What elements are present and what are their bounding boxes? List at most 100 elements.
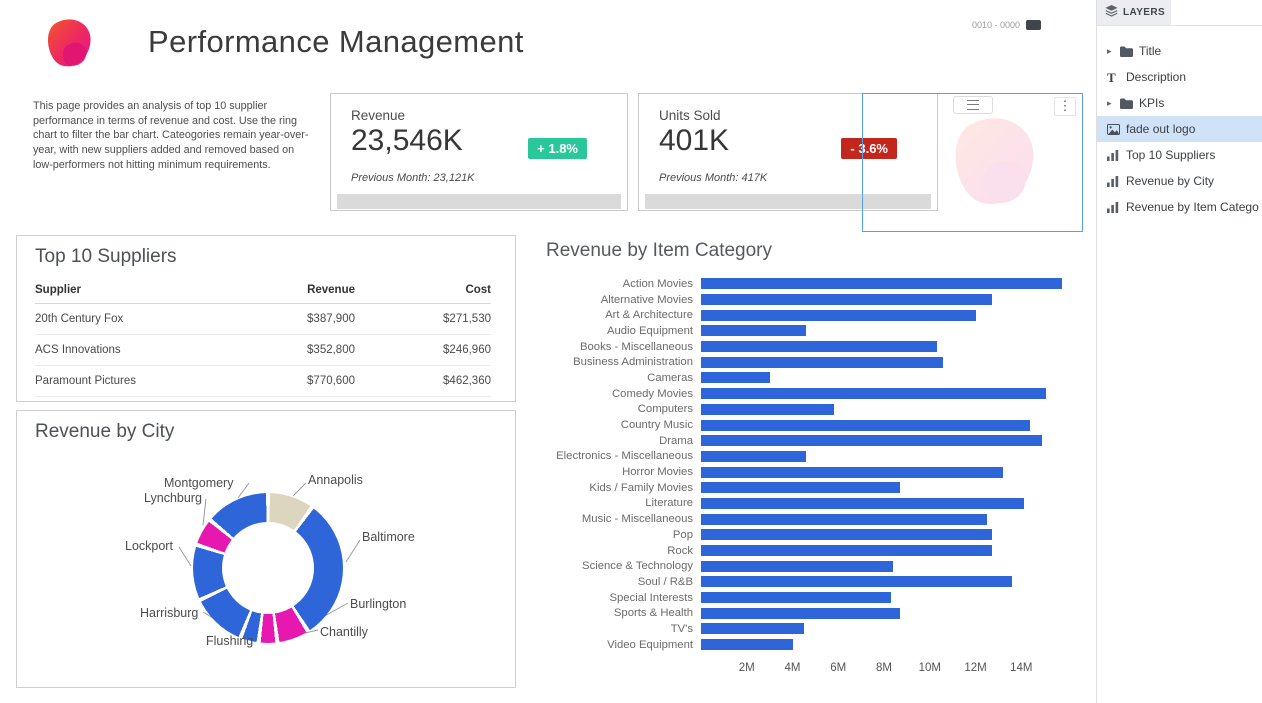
cell-supplier-name: ACS Innovations [35,344,203,356]
layers-tab[interactable]: LAYERS [1097,0,1171,25]
bar[interactable] [701,514,987,525]
bar[interactable] [701,482,900,493]
kpi-value: 401K [659,124,729,158]
donut-ring[interactable] [193,493,343,643]
kebab-icon: ⋮ [1059,98,1072,113]
bar-track [701,623,1067,634]
bar-track [701,608,1067,619]
cell-value: $246,960 [355,344,491,356]
bar[interactable] [701,545,992,556]
folder-icon [1120,46,1139,57]
bar-chart-axis: 2M4M6M8M10M12M14M [701,660,1067,682]
bar[interactable] [701,404,834,415]
bar[interactable] [701,294,992,305]
layer-item-kpis[interactable]: ▸KPIs [1097,90,1262,116]
bar-track [701,278,1067,289]
bar-track [701,529,1067,540]
bar-category-label: Cameras [526,372,701,384]
bar[interactable] [701,576,1012,587]
bar-track [701,514,1067,525]
layer-item-label: Title [1139,44,1161,58]
bar-category-label: Sports & Health [526,607,701,619]
bar[interactable] [701,388,1046,399]
bar[interactable] [701,420,1030,431]
selected-widget-fade-out-logo[interactable]: ⋮ [862,93,1083,232]
axis-tick-label: 12M [964,662,986,674]
canvas-meta-text: 0010 - 0000 [972,20,1020,30]
layers-panel: LAYERS ▸ Title TDescription▸KPIsfade out l… [1096,0,1262,703]
bar-category-label: Books - Miscellaneous [526,341,701,353]
table-row[interactable]: ACS Innovations$352,800$246,960 [35,335,491,366]
donut-slice-label: Annapolis [308,473,363,487]
bar[interactable] [701,467,1003,478]
bar-chart-row: TV's [526,621,1083,637]
bar[interactable] [701,529,992,540]
suppliers-widget[interactable]: Top 10 Suppliers SupplierRevenueCost 20t… [16,235,516,402]
bar[interactable] [701,372,770,383]
bar-category-label: Action Movies [526,278,701,290]
chevron-right-icon[interactable]: ▸ [1107,46,1120,57]
bar-track [701,325,1067,336]
bar[interactable] [701,325,806,336]
donut-slice-label: Montgomery [164,476,233,490]
dashboard-canvas[interactable]: Performance Management 0010 - 0000 This … [0,0,1096,703]
bar[interactable] [701,357,943,368]
bar-track [701,372,1067,383]
column-header-revenue: Revenue [203,284,355,296]
layer-item-revenue-by-city[interactable]: Revenue by City [1097,168,1262,194]
bar-chart-row: Horror Movies [526,464,1083,480]
layer-item-revenue-by-item-catego[interactable]: Revenue by Item Catego [1097,194,1262,220]
chart-icon [1107,150,1126,161]
widget-menu-button[interactable]: ⋮ [1054,97,1076,116]
kpi-previous: Previous Month: 23,121K [351,172,475,184]
revenue-delta-badge: + 1.8% [528,138,587,159]
layer-item-description[interactable]: TDescription [1097,64,1262,90]
bar[interactable] [701,310,976,321]
bar-chart-row: Computers [526,402,1083,418]
bar[interactable] [701,639,793,650]
bar[interactable] [701,592,891,603]
bar-chart-row: Video Equipment [526,637,1083,653]
axis-tick-label: 6M [830,662,846,674]
category-chart-widget[interactable]: Revenue by Item Category Action MoviesAl… [526,240,1083,682]
bar-track [701,388,1067,399]
bar[interactable] [701,608,900,619]
bar-category-label: Comedy Movies [526,388,701,400]
city-chart-widget[interactable]: Revenue by City AnnapolisBaltimoreBurlin… [16,410,516,688]
layer-item-title[interactable]: ▸ Title [1097,38,1262,64]
bar-category-label: Art & Architecture [526,309,701,321]
bar-chart-row: Country Music [526,417,1083,433]
kpi-card-revenue[interactable]: Revenue 23,546K + 1.8% Previous Month: 2… [330,93,628,211]
layer-item-top-10-suppliers[interactable]: Top 10 Suppliers [1097,142,1262,168]
bar-chart-row: Pop [526,527,1083,543]
bar[interactable] [701,623,804,634]
layer-item-fade-out-logo[interactable]: fade out logo [1097,116,1262,142]
bar-chart-row: Soul / R&B [526,574,1083,590]
bar[interactable] [701,451,806,462]
table-row[interactable]: 20th Century Fox$387,900$271,530 [35,304,491,335]
bar-track [701,576,1067,587]
faded-logo-image [941,110,1047,220]
bar[interactable] [701,498,1024,509]
column-header-cost: Cost [355,284,491,296]
axis-tick-label: 4M [785,662,801,674]
chevron-right-icon[interactable]: ▸ [1107,98,1120,109]
kpi-scroll-strip[interactable] [337,194,621,209]
bar[interactable] [701,341,937,352]
axis-tick-label: 14M [1010,662,1032,674]
kpi-value: 23,546K [351,124,463,158]
bar-track [701,592,1067,603]
bar-chart-row: Kids / Family Movies [526,480,1083,496]
bar[interactable] [701,561,893,572]
bar-category-label: TV's [526,623,701,635]
bar[interactable] [701,435,1042,446]
layers-icon [1105,4,1118,22]
bar-chart-row: Action Movies [526,276,1083,292]
bar-chart-row: Sports & Health [526,605,1083,621]
bar[interactable] [701,278,1062,289]
bar-category-label: Music - Miscellaneous [526,513,701,525]
bar-track [701,482,1067,493]
bar-chart-row: Cameras [526,370,1083,386]
table-row[interactable]: Paramount Pictures$770,600$462,360 [35,366,491,397]
bar-category-label: Horror Movies [526,466,701,478]
